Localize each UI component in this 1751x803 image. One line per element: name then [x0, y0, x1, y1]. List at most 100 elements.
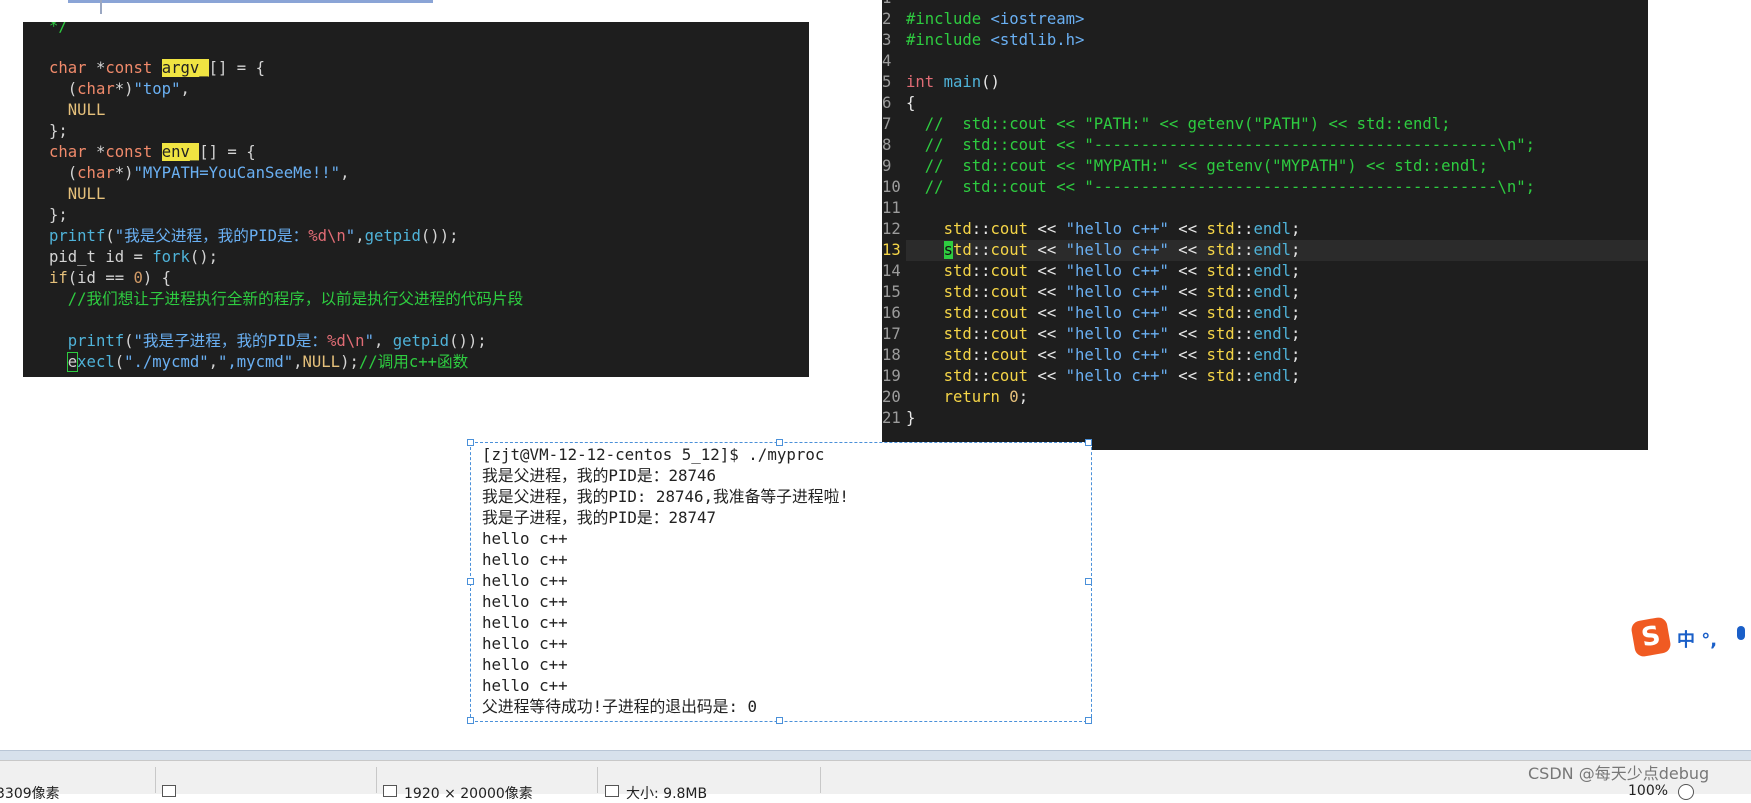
code-token: char [77, 164, 115, 182]
code-token: endl [1253, 346, 1291, 364]
resize-handle-t[interactable] [776, 439, 783, 446]
code-token: // std::cout << "-----------------------… [906, 136, 1536, 154]
resize-handle-b[interactable] [776, 717, 783, 724]
code-token: "./mycmd" [124, 353, 209, 371]
resize-handle-r[interactable] [1085, 578, 1092, 585]
resize-handle-br[interactable] [1085, 717, 1092, 724]
resize-handle-bl[interactable] [467, 717, 474, 724]
code-line: //我们想让子进程执行全新的程序，以前是执行父进程的代码片段 [49, 289, 523, 310]
ime-toolbar[interactable]: S 中 °, [1630, 616, 1751, 658]
code-token: e [66, 352, 79, 372]
code-token: }; [49, 122, 68, 140]
terminal-line: hello c++ [482, 592, 568, 611]
resize-handle-l[interactable] [467, 578, 474, 585]
code-token: ( [49, 80, 78, 98]
zoom-out-button[interactable] [1678, 784, 1694, 800]
code-token: env_ [161, 143, 200, 161]
code-token: :: [971, 241, 991, 259]
code-token: "hello c++" [1065, 241, 1169, 259]
code-token: 0 [1009, 388, 1019, 406]
code-token: ; [1291, 346, 1301, 364]
zoom-level: 100% [1628, 783, 1669, 799]
code-token: endl [1253, 262, 1291, 280]
line-number: 6 [882, 94, 892, 112]
line-number: 7 [882, 115, 892, 133]
code-token: << [1168, 325, 1207, 343]
code-token: << [1028, 262, 1066, 280]
code-token: () [981, 73, 1000, 91]
code-token: NULL [49, 185, 106, 203]
code-token: * [86, 59, 106, 77]
terminal-line: 我是子进程，我的PID是：28747 [482, 508, 717, 527]
code-token: printf [49, 332, 125, 350]
code-token: */ [49, 22, 68, 35]
code-token: :: [971, 283, 991, 301]
code-token: :: [1234, 241, 1254, 259]
terminal-output-box[interactable]: [zjt@VM-12-12-centos 5_12]$ ./myproc 我是父进… [470, 442, 1092, 722]
code-token: { [906, 94, 916, 112]
code-token: << [1028, 304, 1066, 322]
terminal-line: hello c++ [482, 634, 568, 653]
ime-mode-label[interactable]: 中 °, [1677, 626, 1717, 652]
line-number: 1 [882, 0, 904, 9]
code-token: char [49, 59, 87, 77]
code-line: */ [49, 22, 523, 37]
code-line: return 0; [906, 387, 1535, 408]
code-line: printf("我是子进程，我的PID是：%d\n", getpid()); [49, 331, 523, 352]
resize-handle-tr[interactable] [1085, 439, 1092, 446]
code-line: execl("./mycmd",",mycmd",NULL);//调用c++函数 [49, 352, 523, 373]
resize-handle-tl[interactable] [467, 439, 474, 446]
code-token: std [943, 220, 972, 238]
code-token: , [208, 353, 219, 371]
code-token: argv_ [161, 59, 209, 77]
code-token: pid_t id = [49, 248, 153, 266]
code-line: int main() [906, 72, 1535, 93]
code-line: std::cout << "hello c++" << std::endl; [906, 324, 1535, 345]
code-token: "MYPATH=YouCanSeeMe!!" [133, 164, 341, 182]
code-token: "top" [133, 80, 181, 98]
code-token: "hello c++" [1065, 304, 1169, 322]
code-token: , [340, 164, 350, 182]
code-token: std [943, 262, 972, 280]
code-line: std::cout << "hello c++" << std::endl; [906, 261, 1535, 282]
microphone-icon[interactable] [1737, 626, 1745, 640]
code-token: ()); [420, 227, 459, 245]
window-top-tick [100, 0, 102, 14]
line-number: 15 [882, 283, 901, 301]
sogou-logo-icon[interactable]: S [1630, 616, 1672, 658]
code-token: :: [1234, 346, 1254, 364]
code-token: //我们想让子进程执行全新的程序，以前是执行父进程的代码片段 [49, 290, 524, 308]
left-code-editor[interactable]: */ char *const argv_[] = { (char*)"top",… [23, 22, 809, 377]
code-token: %d\n [308, 227, 346, 245]
code-token: endl [1253, 241, 1291, 259]
code-token: ; [1291, 220, 1301, 238]
code-token: endl [1253, 325, 1291, 343]
code-token: << [1028, 283, 1066, 301]
code-token: ()); [449, 332, 487, 350]
code-line: }; [49, 121, 523, 142]
line-number: 8 [882, 136, 892, 154]
terminal-line: hello c++ [482, 655, 568, 674]
code-token: :: [971, 262, 991, 280]
file-size-label: 大小: 9.8MB [626, 786, 708, 802]
code-token: getpid [392, 332, 450, 350]
code-token: (); [189, 248, 219, 266]
code-token: " [364, 332, 374, 350]
code-token: cout [990, 325, 1029, 343]
code-line: // std::cout << "-----------------------… [906, 135, 1535, 156]
right-code-editor[interactable]: 123456789101112131415161718192021 #inclu… [882, 0, 1648, 450]
code-token: , [180, 80, 190, 98]
code-token: << [1028, 325, 1066, 343]
code-token: :: [971, 220, 991, 238]
code-token: "hello c++" [1065, 220, 1169, 238]
image-size-icon [383, 785, 397, 797]
code-token: *) [114, 80, 134, 98]
code-line: std::cout << "hello c++" << std::endl; [906, 345, 1535, 366]
code-line: // std::cout << "MYPATH:" << getenv("MYP… [906, 156, 1535, 177]
